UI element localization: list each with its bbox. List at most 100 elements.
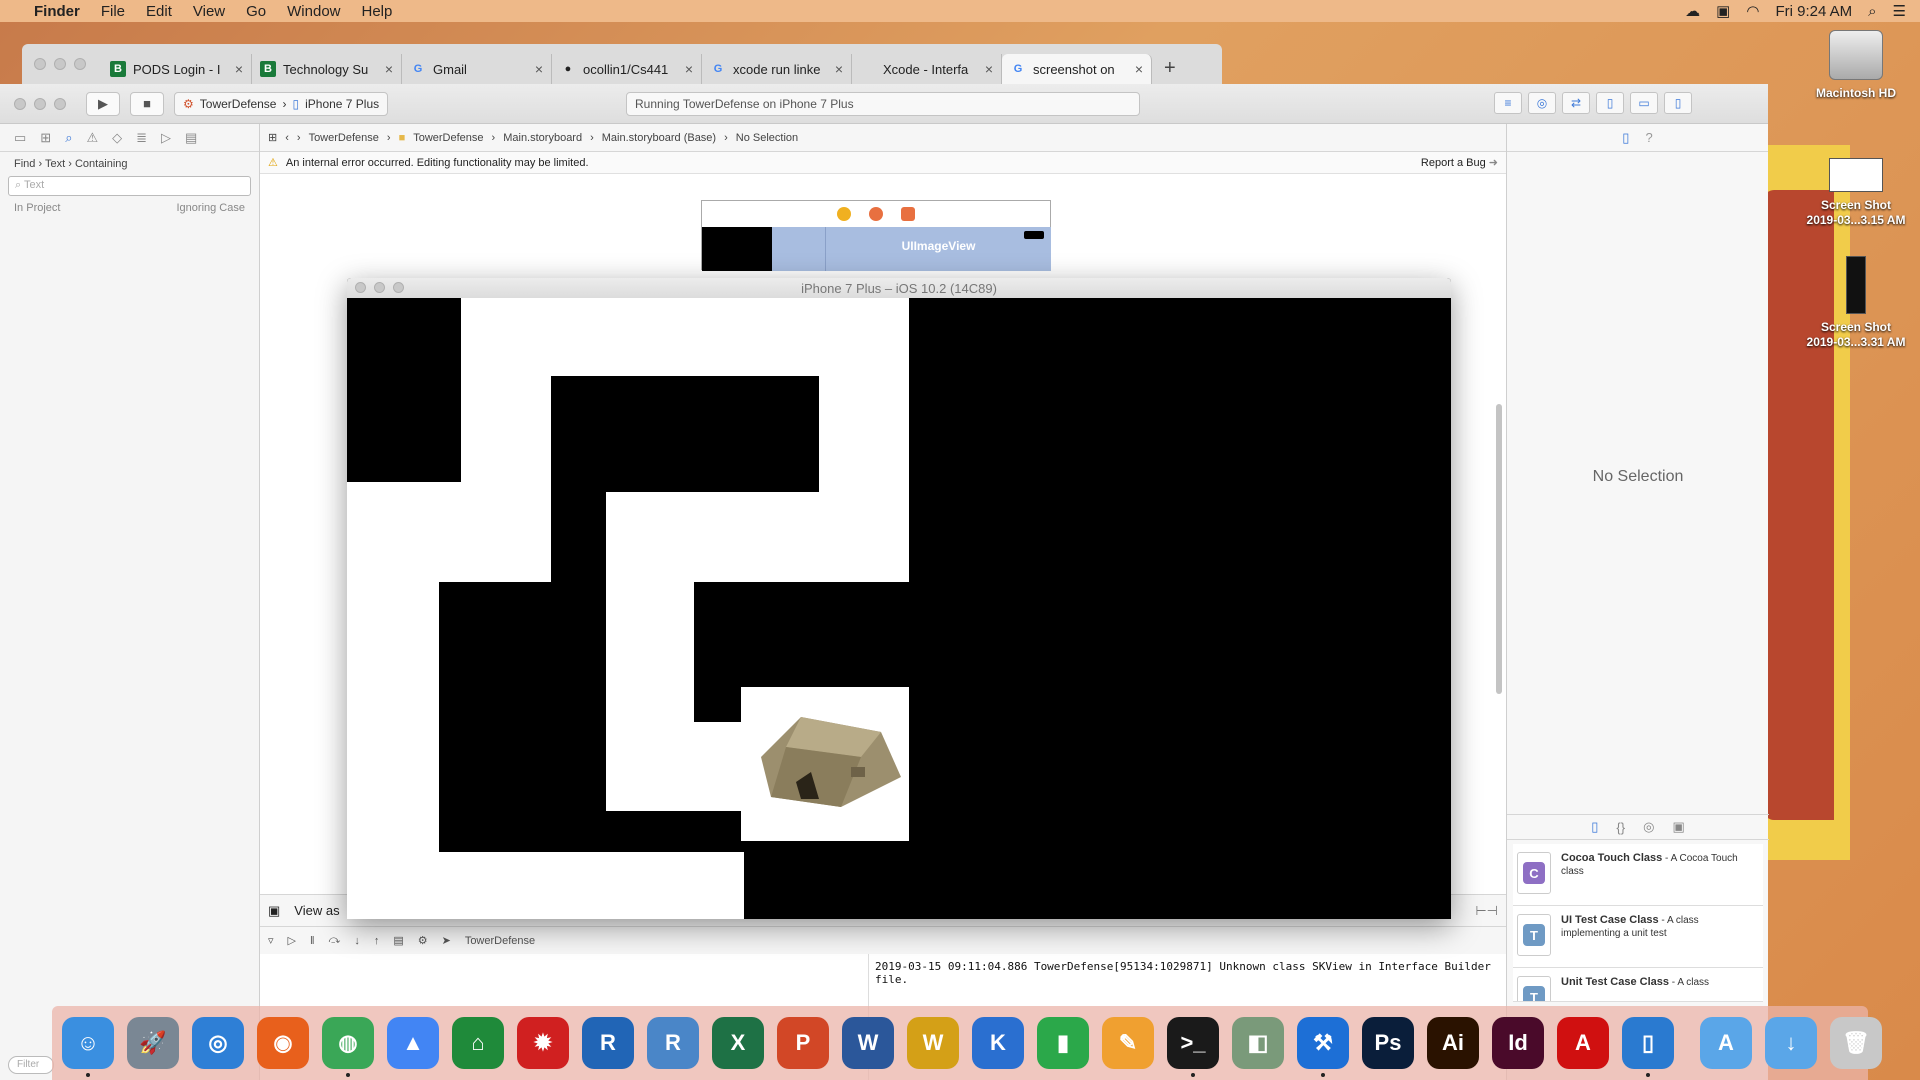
jumpbar-project[interactable]: TowerDefense [309, 132, 379, 144]
finder-icon[interactable]: ☺ [62, 1017, 114, 1077]
keynote-icon[interactable]: K [972, 1017, 1024, 1069]
close-tab-icon[interactable]: × [235, 61, 243, 77]
preview-icon[interactable]: ◧ [1232, 1017, 1284, 1069]
object-library-icon[interactable]: ◎ [1643, 819, 1654, 835]
find-search-field[interactable]: ⌕ Text [8, 176, 251, 196]
file-inspector-icon[interactable]: ▯ [1622, 130, 1629, 146]
view-hierarchy-icon[interactable]: ▤ [393, 934, 403, 947]
notification-center-icon[interactable]: ☰ [1893, 2, 1906, 20]
navigator-filter-field[interactable]: Filter [8, 1056, 54, 1074]
step-in-icon[interactable]: ↓ [354, 935, 360, 947]
browser-tab[interactable]: ● ocollin1/Cs441 × [552, 54, 702, 84]
step-out-icon[interactable]: ↑ [374, 935, 380, 947]
simulate-location-icon[interactable]: ➤ [442, 934, 451, 947]
excel-icon[interactable]: X [712, 1017, 764, 1069]
library-item[interactable]: T UI Test Case Class - A class implement… [1513, 906, 1763, 968]
close-window-button[interactable] [34, 58, 46, 70]
zoom-window-button[interactable] [74, 58, 86, 70]
firefox-icon[interactable]: ◉ [257, 1017, 309, 1069]
menu-file[interactable]: File [101, 3, 125, 20]
toggle-debug-area-icon[interactable]: ▭ [1630, 92, 1658, 114]
creative-cloud-icon[interactable]: ☁ [1685, 2, 1700, 20]
simulator-icon[interactable]: ▯ [1622, 1017, 1674, 1077]
spotlight-search-icon[interactable]: ⌕ [1868, 3, 1876, 20]
view-as-label[interactable]: View as [294, 903, 339, 918]
jumpbar-storyboard-base[interactable]: Main.storyboard (Base) [602, 132, 716, 144]
close-tab-icon[interactable]: × [1135, 61, 1143, 77]
menu-go[interactable]: Go [246, 3, 266, 20]
test-navigator-icon[interactable]: ◇ [112, 130, 122, 146]
r-icon[interactable]: R [582, 1017, 634, 1069]
menu-help[interactable]: Help [362, 3, 393, 20]
clock[interactable]: Fri 9:24 AM [1775, 3, 1852, 20]
rstudio-icon[interactable]: R [647, 1017, 699, 1069]
project-navigator-icon[interactable]: ▭ [14, 130, 26, 146]
jumpbar-storyboard[interactable]: Main.storyboard [503, 132, 582, 144]
first-responder-icon[interactable] [869, 207, 883, 221]
terminal-icon[interactable]: >_ [1167, 1017, 1219, 1077]
pause-icon[interactable]: ‖ [310, 935, 315, 947]
browser-tab[interactable]: B Technology Su × [252, 54, 402, 84]
exit-icon[interactable] [901, 207, 915, 221]
assistant-editor-icon[interactable]: ◎ [1528, 92, 1556, 114]
find-mode-path[interactable]: Find › Text › Containing [0, 152, 259, 176]
toggle-navigator-icon[interactable]: ▯ [1596, 92, 1624, 114]
vertical-scrollbar[interactable] [1496, 404, 1502, 694]
toggle-inspector-icon[interactable]: ▯ [1664, 92, 1692, 114]
breakpoint-navigator-icon[interactable]: ▷ [161, 130, 171, 146]
menu-app-finder[interactable]: Finder [34, 3, 80, 20]
screenshot-file-1[interactable]: Screen Shot 2019-03...3.15 AM [1800, 158, 1912, 228]
library-item[interactable]: C Cocoa Touch Class - A Cocoa Touch clas… [1513, 844, 1763, 906]
fit-size-icon[interactable]: ⊢⊣ [1475, 903, 1498, 919]
debug-navigator-icon[interactable]: ≣ [136, 130, 147, 146]
minimize-window-button[interactable] [34, 97, 46, 110]
indesign-icon[interactable]: Id [1492, 1017, 1544, 1069]
numbers-icon[interactable]: ▮ [1037, 1017, 1089, 1069]
find-navigator-icon[interactable]: ⌕ [65, 130, 72, 146]
close-window-button[interactable] [14, 97, 26, 110]
safari-icon[interactable]: ◎ [192, 1017, 244, 1069]
menu-window[interactable]: Window [287, 3, 340, 20]
close-tab-icon[interactable]: × [385, 61, 393, 77]
screenshot-file-2[interactable]: Screen Shot 2019-03...3.31 AM [1800, 256, 1912, 350]
browser-tab[interactable]: B PODS Login - I × [102, 54, 252, 84]
back-arrow-icon[interactable]: ‹ [285, 132, 289, 144]
mathematica-icon[interactable]: ✹ [517, 1017, 569, 1069]
document-outline-icon[interactable]: ▣ [268, 903, 280, 919]
game-screen[interactable] [347, 298, 1451, 919]
chrome-icon[interactable]: ◍ [322, 1017, 374, 1077]
report-bug-button[interactable]: Report a Bug ➜ [1421, 156, 1498, 169]
report-navigator-icon[interactable]: ▤ [185, 130, 197, 146]
quick-help-icon[interactable]: ? [1645, 130, 1652, 145]
applications-folder-icon[interactable]: A [1700, 1017, 1752, 1069]
breakpoints-toggle-icon[interactable]: ▷ [288, 934, 296, 947]
scheme-selector[interactable]: ⚙ TowerDefense › ▯ iPhone 7 Plus [174, 91, 389, 116]
find-mode-type[interactable]: Text [45, 158, 65, 170]
browser-tab[interactable]: G xcode run linke × [702, 54, 852, 84]
step-over-icon[interactable]: ⤼ [329, 934, 341, 947]
find-mode-action[interactable]: Find [14, 158, 35, 170]
standard-editor-icon[interactable]: ≡ [1494, 92, 1522, 114]
issue-navigator-icon[interactable]: ⚠ [86, 130, 98, 146]
photoshop-icon[interactable]: Ps [1362, 1017, 1414, 1069]
jumpbar-selection[interactable]: No Selection [736, 132, 798, 144]
find-mode-match[interactable]: Containing [75, 158, 128, 170]
find-scope[interactable]: In Project [14, 202, 60, 214]
new-tab-button[interactable]: + [1164, 57, 1176, 80]
jumpbar-group[interactable]: TowerDefense [413, 132, 483, 144]
run-button[interactable]: ▶ [86, 91, 120, 116]
menu-edit[interactable]: Edit [146, 3, 172, 20]
media-library-icon[interactable]: ▣ [1672, 819, 1684, 835]
zoom-window-button[interactable] [54, 97, 66, 110]
pages-icon[interactable]: ✎ [1102, 1017, 1154, 1069]
browser-tab-active[interactable]: G screenshot on × [1002, 54, 1152, 84]
word-icon[interactable]: W [842, 1017, 894, 1069]
view-controller-icon[interactable] [837, 207, 851, 221]
close-tab-icon[interactable]: × [685, 61, 693, 77]
wireshark-icon[interactable]: W [907, 1017, 959, 1069]
powerpoint-icon[interactable]: P [777, 1017, 829, 1069]
find-case-option[interactable]: Ignoring Case [177, 202, 246, 214]
close-tab-icon[interactable]: × [835, 61, 843, 77]
browser-tab[interactable]: G Gmail × [402, 54, 552, 84]
version-editor-icon[interactable]: ⇄ [1562, 92, 1590, 114]
